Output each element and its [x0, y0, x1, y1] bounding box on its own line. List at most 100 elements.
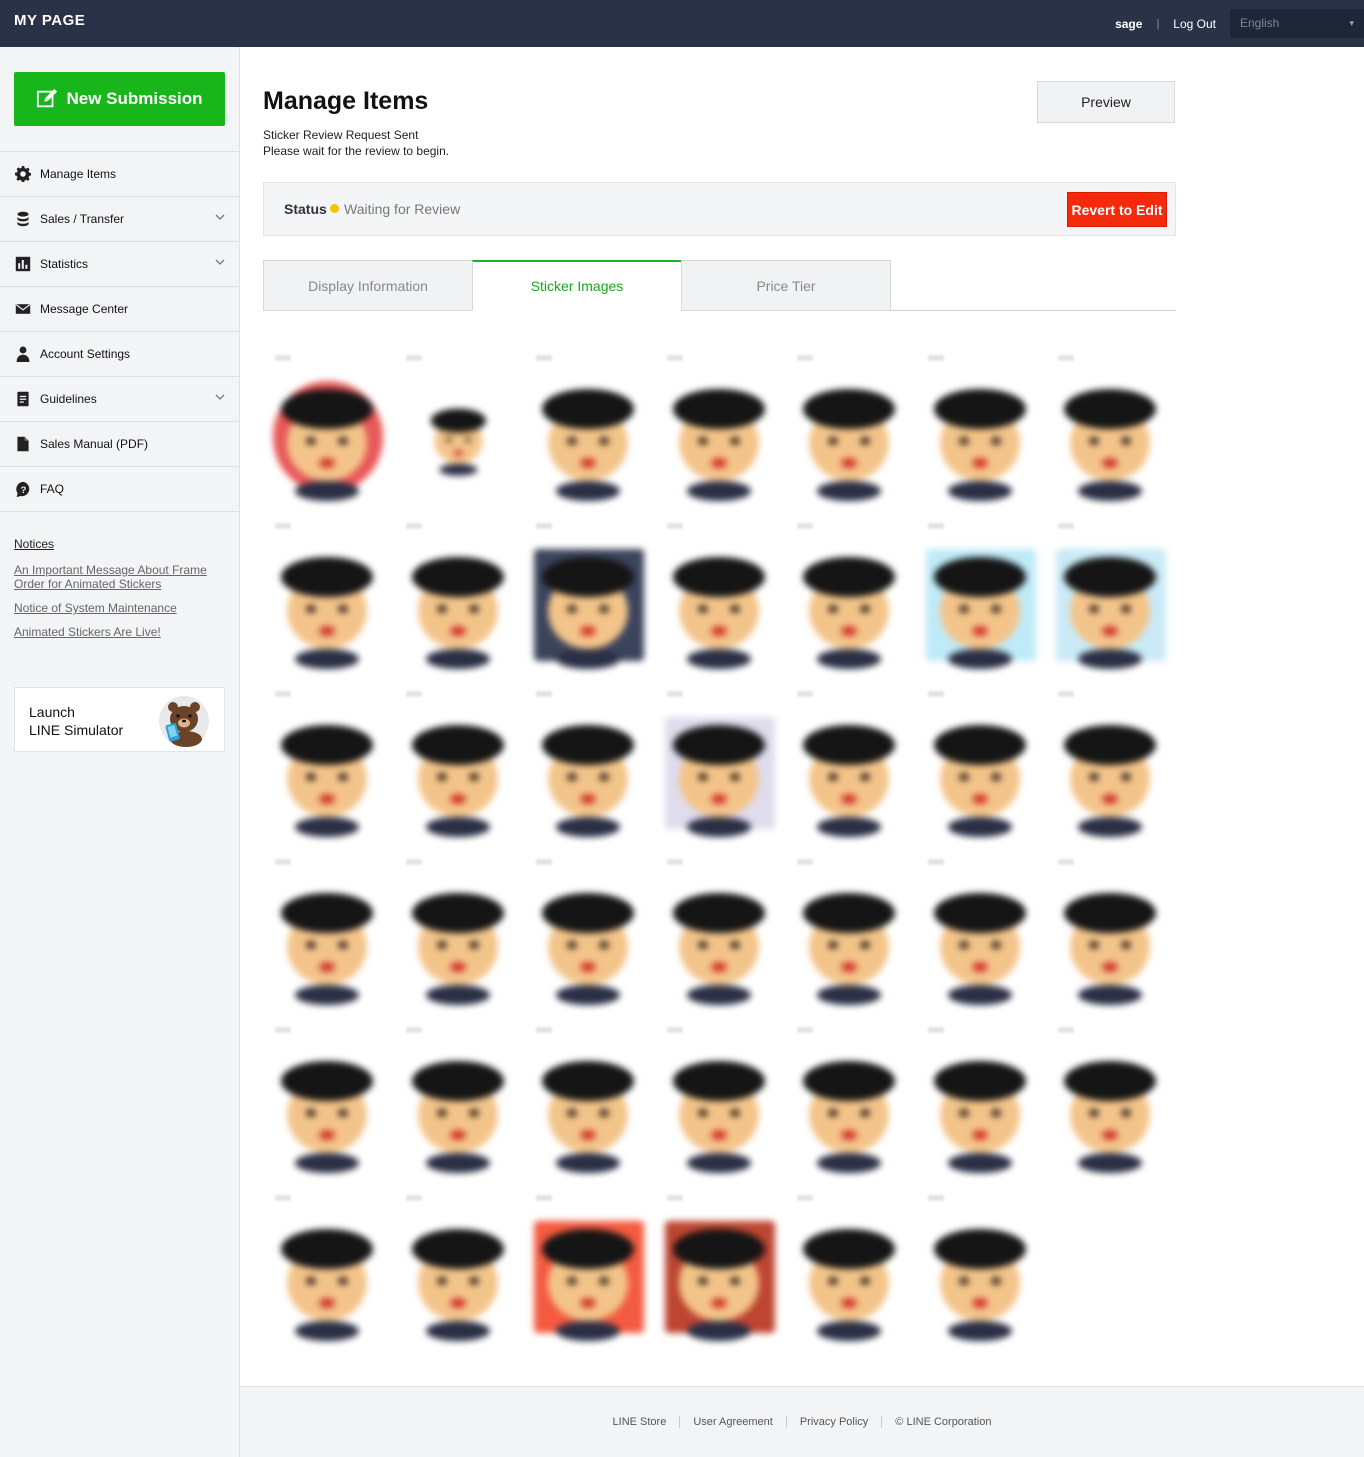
sticker-thumbnail[interactable]	[394, 849, 524, 1017]
sticker-image	[920, 709, 1042, 839]
sticker-thumbnail[interactable]	[785, 1185, 915, 1353]
sticker-thumbnail[interactable]	[263, 1017, 393, 1185]
sticker-thumbnail[interactable]	[524, 849, 654, 1017]
sticker-thumbnail[interactable]	[655, 1017, 785, 1185]
sticker-image	[920, 877, 1042, 1007]
sticker-thumbnail[interactable]	[785, 345, 915, 513]
sticker-thumbnail[interactable]	[655, 1185, 785, 1353]
coins-icon	[14, 210, 32, 228]
sticker-thumbnail[interactable]	[524, 1017, 654, 1185]
footer-link-line-store[interactable]: LINE Store	[600, 1416, 680, 1428]
sticker-thumbnail[interactable]	[916, 1017, 1046, 1185]
sticker-image	[398, 1213, 520, 1343]
sticker-number	[928, 523, 944, 529]
notice-link[interactable]: Animated Stickers Are Live!	[14, 625, 224, 639]
sidebar-item-faq[interactable]: ? FAQ	[0, 467, 239, 512]
sticker-thumbnail[interactable]	[394, 1185, 524, 1353]
sidebar-item-guidelines[interactable]: Guidelines	[0, 377, 239, 422]
revert-to-edit-button[interactable]: Revert to Edit	[1067, 192, 1167, 227]
tab-display-information[interactable]: Display Information	[263, 260, 473, 311]
sidebar-item-message-center[interactable]: Message Center	[0, 287, 239, 332]
sticker-thumbnail[interactable]	[263, 681, 393, 849]
sticker-thumbnail[interactable]	[263, 1185, 393, 1353]
sticker-thumbnail[interactable]	[916, 513, 1046, 681]
sticker-thumbnail[interactable]	[394, 345, 524, 513]
sidebar-item-manage-items[interactable]: Manage Items	[0, 152, 239, 197]
sidebar-item-label: FAQ	[40, 482, 65, 496]
sticker-number	[406, 691, 422, 697]
sticker-number	[275, 523, 291, 529]
footer-link-privacy-policy[interactable]: Privacy Policy	[785, 1416, 881, 1428]
sticker-thumbnail[interactable]	[916, 1185, 1046, 1353]
preview-button[interactable]: Preview	[1037, 81, 1175, 123]
sticker-thumbnail[interactable]	[524, 513, 654, 681]
sticker-number	[275, 691, 291, 697]
file-icon	[14, 435, 32, 453]
new-submission-button[interactable]: New Submission	[14, 72, 225, 126]
sticker-thumbnail[interactable]	[916, 345, 1046, 513]
sticker-thumbnail[interactable]	[263, 513, 393, 681]
sticker-thumbnail[interactable]	[655, 849, 785, 1017]
sticker-image	[398, 1045, 520, 1175]
sticker-thumbnail[interactable]	[263, 345, 393, 513]
status-dot-icon	[330, 204, 339, 213]
sticker-number	[928, 859, 944, 865]
sticker-image	[659, 541, 781, 671]
sticker-thumbnail[interactable]	[394, 681, 524, 849]
username: sage	[1115, 16, 1143, 31]
sticker-thumbnail[interactable]	[655, 345, 785, 513]
sticker-thumbnail[interactable]	[1046, 849, 1176, 1017]
launch-simulator-button[interactable]: Launch LINE Simulator	[14, 687, 225, 752]
sticker-thumbnail[interactable]	[785, 1017, 915, 1185]
sidebar: New Submission Manage Items Sales / Tran…	[0, 47, 240, 1457]
sticker-thumbnail[interactable]	[524, 1185, 654, 1353]
tab-sticker-images[interactable]: Sticker Images	[472, 260, 682, 311]
sticker-thumbnail[interactable]	[785, 849, 915, 1017]
sticker-number	[536, 1027, 552, 1033]
sticker-thumbnail[interactable]	[785, 513, 915, 681]
logout-link[interactable]: Log Out	[1173, 17, 1216, 31]
sticker-image	[528, 1213, 650, 1343]
sticker-image	[920, 541, 1042, 671]
footer: LINE Store User Agreement Privacy Policy…	[240, 1386, 1364, 1457]
sidebar-item-sales-transfer[interactable]: Sales / Transfer	[0, 197, 239, 242]
sidebar-item-account-settings[interactable]: Account Settings	[0, 332, 239, 377]
sticker-thumbnail[interactable]	[1046, 513, 1176, 681]
notice-link[interactable]: Notice of System Maintenance	[14, 601, 224, 615]
sidebar-item-label: Guidelines	[40, 392, 97, 406]
notice-link[interactable]: An Important Message About Frame Order f…	[14, 563, 224, 591]
sticker-image	[659, 1213, 781, 1343]
sticker-thumbnail[interactable]	[524, 345, 654, 513]
sticker-image	[920, 373, 1042, 503]
footer-link-user-agreement[interactable]: User Agreement	[679, 1416, 785, 1428]
sticker-image	[528, 541, 650, 671]
sticker-thumbnail[interactable]	[524, 681, 654, 849]
sticker-number	[536, 523, 552, 529]
language-select[interactable]: English ▾	[1230, 9, 1364, 38]
sticker-thumbnail[interactable]	[263, 849, 393, 1017]
sticker-thumbnail[interactable]	[785, 681, 915, 849]
sidebar-item-sales-manual[interactable]: Sales Manual (PDF)	[0, 422, 239, 467]
sidebar-item-statistics[interactable]: Statistics	[0, 242, 239, 287]
sticker-thumbnail[interactable]	[1046, 681, 1176, 849]
document-icon	[14, 390, 32, 408]
sticker-thumbnail[interactable]	[655, 513, 785, 681]
sticker-number	[797, 1027, 813, 1033]
review-wait-message: Please wait for the review to begin.	[263, 144, 450, 158]
sticker-thumbnail[interactable]	[655, 681, 785, 849]
sticker-thumbnail[interactable]	[916, 849, 1046, 1017]
sticker-thumbnail[interactable]	[1046, 1017, 1176, 1185]
sticker-image	[920, 1213, 1042, 1343]
status-value: Waiting for Review	[344, 201, 461, 217]
sticker-thumbnail[interactable]	[394, 1017, 524, 1185]
sticker-thumbnail[interactable]	[394, 513, 524, 681]
sticker-image	[267, 373, 389, 503]
tab-price-tier[interactable]: Price Tier	[681, 260, 891, 311]
sidebar-item-label: Account Settings	[40, 347, 131, 361]
sticker-thumbnail[interactable]	[916, 681, 1046, 849]
sticker-image	[267, 1045, 389, 1175]
notices-title[interactable]: Notices	[14, 537, 224, 551]
brand-title[interactable]: MY PAGE	[14, 12, 85, 29]
sticker-number	[928, 691, 944, 697]
sticker-thumbnail[interactable]	[1046, 345, 1176, 513]
